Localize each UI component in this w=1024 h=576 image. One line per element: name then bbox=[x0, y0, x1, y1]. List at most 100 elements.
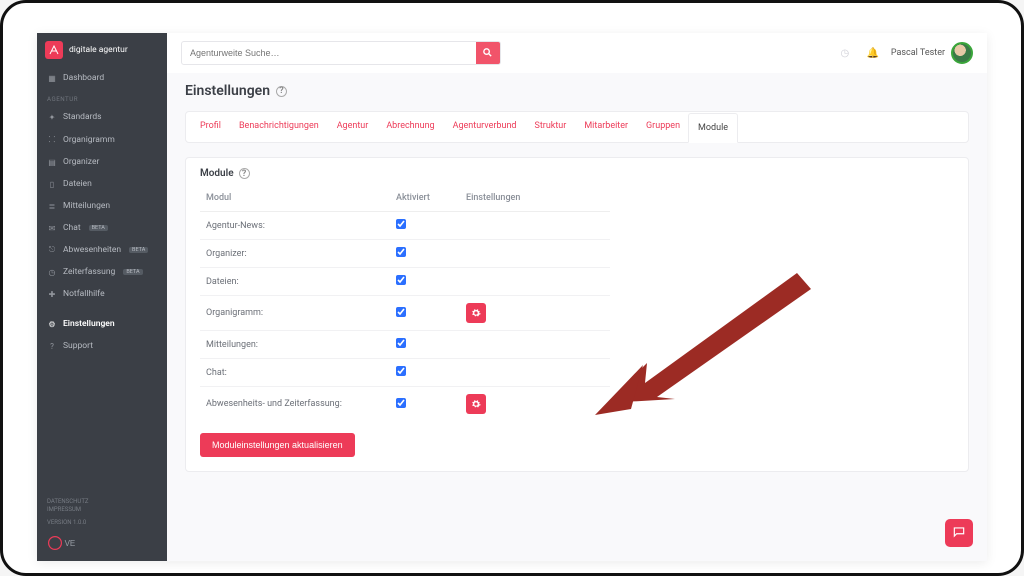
table-row: Organizer: bbox=[200, 240, 610, 268]
search-button[interactable] bbox=[476, 41, 500, 65]
sidebar-item-abwesenheiten[interactable]: ⎋ Abwesenheiten BETA bbox=[37, 239, 167, 261]
org-icon: ⸬ bbox=[47, 134, 57, 145]
module-active-checkbox[interactable] bbox=[396, 275, 406, 285]
page-title-text: Einstellungen bbox=[185, 83, 270, 99]
svg-text:VE: VE bbox=[65, 539, 76, 548]
sidebar-item-label: Dateien bbox=[63, 179, 92, 189]
help-icon: ✚ bbox=[47, 290, 57, 299]
tab-mitarbeiter[interactable]: Mitarbeiter bbox=[582, 112, 630, 142]
module-label: Organigramm: bbox=[200, 296, 390, 331]
col-modul: Modul bbox=[200, 187, 390, 212]
module-active-cell bbox=[390, 359, 460, 387]
help-icon[interactable]: ? bbox=[239, 168, 250, 179]
tabs: Profil Benachrichtigungen Agentur Abrech… bbox=[185, 111, 969, 143]
sidebar-item-label: Chat bbox=[63, 223, 81, 233]
table-row: Mitteilungen: bbox=[200, 331, 610, 359]
module-label: Chat: bbox=[200, 359, 390, 387]
vve-logo-icon: VE bbox=[47, 533, 157, 553]
chat-icon bbox=[952, 524, 966, 543]
module-settings-cell bbox=[460, 359, 610, 387]
sidebar-item-dateien[interactable]: ▯ Dateien bbox=[37, 173, 167, 195]
help-icon[interactable]: ? bbox=[276, 86, 287, 97]
module-active-cell bbox=[390, 212, 460, 240]
table-row: Dateien: bbox=[200, 268, 610, 296]
history-icon[interactable]: ◷ bbox=[835, 43, 855, 63]
tab-abrechnung[interactable]: Abrechnung bbox=[384, 112, 436, 142]
sidebar-item-label: Support bbox=[63, 341, 93, 351]
footer-version: VERSION 1.0.0 bbox=[47, 519, 157, 527]
sidebar-item-notfallhilfe[interactable]: ✚ Notfallhilfe bbox=[37, 283, 167, 305]
tab-gruppen[interactable]: Gruppen bbox=[644, 112, 682, 142]
module-active-cell bbox=[390, 240, 460, 268]
search-input[interactable] bbox=[182, 48, 476, 58]
brand-logo-icon bbox=[45, 41, 63, 59]
sidebar-item-label: Organizer bbox=[63, 157, 99, 167]
brand-name: digitale agentur bbox=[69, 46, 128, 55]
module-active-checkbox[interactable] bbox=[396, 366, 406, 376]
module-settings-button[interactable] bbox=[466, 303, 486, 323]
clock-icon: ◷ bbox=[47, 268, 57, 277]
module-label: Organizer: bbox=[200, 240, 390, 268]
sidebar-section-label: AGENTUR bbox=[37, 89, 167, 106]
page-title: Einstellungen ? bbox=[185, 83, 969, 99]
tab-profil[interactable]: Profil bbox=[198, 112, 223, 142]
module-active-checkbox[interactable] bbox=[396, 338, 406, 348]
sidebar-item-organizer[interactable]: ▤ Organizer bbox=[37, 151, 167, 173]
search-icon bbox=[482, 46, 493, 61]
tab-module[interactable]: Module bbox=[696, 112, 730, 142]
sidebar-item-einstellungen[interactable]: ⚙ Einstellungen bbox=[37, 313, 167, 335]
gear-icon bbox=[471, 397, 481, 412]
table-row: Organigramm: bbox=[200, 296, 610, 331]
footer-privacy[interactable]: DATENSCHUTZ bbox=[47, 498, 157, 506]
module-settings-cell bbox=[460, 387, 610, 422]
user-chip[interactable]: Pascal Tester bbox=[891, 42, 973, 64]
module-active-checkbox[interactable] bbox=[396, 307, 406, 317]
module-active-cell bbox=[390, 268, 460, 296]
module-active-checkbox[interactable] bbox=[396, 219, 406, 229]
table-row: Abwesenheits- und Zeiterfassung: bbox=[200, 387, 610, 422]
beta-badge: BETA bbox=[123, 269, 142, 275]
sidebar-item-label: Zeiterfassung bbox=[63, 267, 115, 277]
footer-impressum[interactable]: IMPRESSUM bbox=[47, 506, 157, 514]
chat-fab[interactable] bbox=[945, 519, 973, 547]
tab-agenturverbund[interactable]: Agenturverbund bbox=[451, 112, 519, 142]
module-active-cell bbox=[390, 387, 460, 422]
sidebar-item-label: Einstellungen bbox=[63, 319, 115, 329]
chat-icon: ✉ bbox=[47, 224, 57, 233]
tab-agentur[interactable]: Agentur bbox=[335, 112, 371, 142]
module-settings-cell bbox=[460, 268, 610, 296]
module-settings-button[interactable] bbox=[466, 394, 486, 414]
table-row: Agentur-News: bbox=[200, 212, 610, 240]
module-active-checkbox[interactable] bbox=[396, 398, 406, 408]
module-active-checkbox[interactable] bbox=[396, 247, 406, 257]
sidebar-item-zeiterfassung[interactable]: ◷ Zeiterfassung BETA bbox=[37, 261, 167, 283]
bell-icon[interactable]: 🔔 bbox=[863, 43, 883, 63]
module-table: Modul Aktiviert Einstellungen Agentur-Ne… bbox=[200, 187, 610, 421]
gear-icon bbox=[471, 306, 481, 321]
module-settings-cell bbox=[460, 240, 610, 268]
page: Einstellungen ? Profil Benachrichtigunge… bbox=[167, 73, 987, 561]
brand: digitale agentur bbox=[37, 33, 167, 67]
sidebar-item-label: Mitteilungen bbox=[63, 201, 110, 211]
module-card: Module ? Modul Aktiviert Einstellungen A… bbox=[185, 157, 969, 472]
sidebar-item-support[interactable]: ? Support bbox=[37, 335, 167, 357]
sidebar-item-standards[interactable]: ✦ Standards bbox=[37, 106, 167, 128]
gear-icon: ⚙ bbox=[47, 320, 57, 329]
sidebar-item-mitteilungen[interactable]: ≣ Mitteilungen bbox=[37, 195, 167, 217]
tab-struktur[interactable]: Struktur bbox=[533, 112, 569, 142]
card-title: Module ? bbox=[200, 168, 954, 179]
submit-button[interactable]: Moduleinstellungen aktualisieren bbox=[200, 433, 355, 457]
avatar bbox=[951, 42, 973, 64]
tab-benachrichtigungen[interactable]: Benachrichtigungen bbox=[237, 112, 321, 142]
sidebar-item-dashboard[interactable]: ▦ Dashboard bbox=[37, 67, 167, 89]
absence-icon: ⎋ bbox=[47, 245, 57, 255]
beta-badge: BETA bbox=[89, 225, 108, 231]
sidebar-item-organigramm[interactable]: ⸬ Organigramm bbox=[37, 128, 167, 151]
sidebar-item-label: Standards bbox=[63, 112, 102, 122]
module-active-cell bbox=[390, 331, 460, 359]
question-icon: ? bbox=[47, 342, 57, 351]
calendar-icon: ▤ bbox=[47, 158, 57, 167]
sidebar-item-label: Notfallhilfe bbox=[63, 289, 105, 299]
sidebar-item-chat[interactable]: ✉ Chat BETA bbox=[37, 217, 167, 239]
sidebar-item-label: Dashboard bbox=[63, 73, 104, 83]
